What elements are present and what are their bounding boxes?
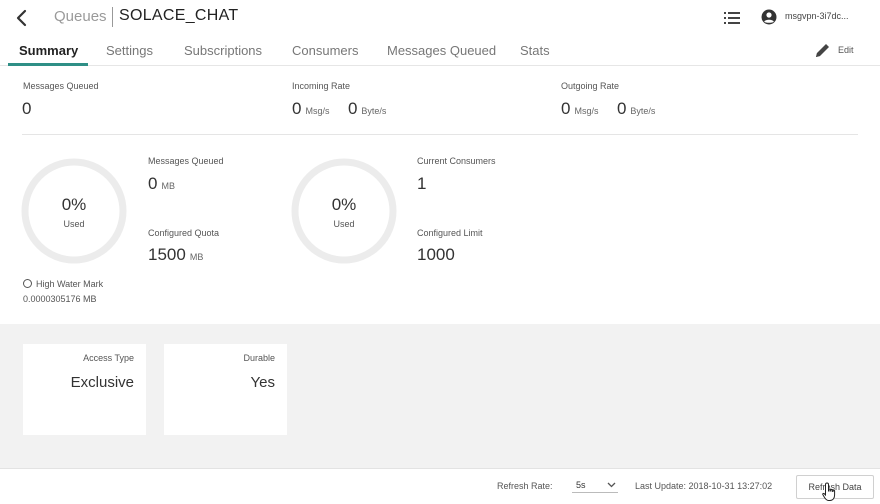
incoming-byte-unit: Byte/s <box>361 106 387 116</box>
tab-consumers[interactable]: Consumers <box>292 43 358 58</box>
active-tab-indicator <box>8 63 88 66</box>
page-header: Queues SOLACE_CHAT msgvpn-3i7dc... <box>0 0 880 36</box>
tab-subscriptions[interactable]: Subscriptions <box>184 43 262 58</box>
incoming-rate-values: 0 Msg/s 0 Byte/s <box>292 99 386 119</box>
page-title: SOLACE_CHAT <box>119 7 239 24</box>
refresh-rate-value: 5s <box>576 480 586 490</box>
current-consumers-label: Current Consumers <box>417 156 496 166</box>
last-update-text: Last Update: 2018-10-31 13:27:02 <box>635 481 773 491</box>
incoming-msg-unit: Msg/s <box>305 106 330 116</box>
breadcrumb-queues[interactable]: Queues <box>54 8 107 25</box>
configured-limit-label: Configured Limit <box>417 228 483 238</box>
refresh-rate-label: Refresh Rate: <box>497 481 553 491</box>
messages-queued-value: 0 <box>22 99 32 118</box>
back-button[interactable] <box>12 8 32 28</box>
messages-queued-label: Messages Queued <box>23 81 99 91</box>
outgoing-rate-label: Outgoing Rate <box>561 81 620 91</box>
access-type-label: Access Type <box>83 353 134 363</box>
list-icon <box>724 12 740 24</box>
tab-stats[interactable]: Stats <box>520 43 550 58</box>
footer-bar: Refresh Rate: 5s Last Update: 2018-10-31… <box>0 468 880 504</box>
breadcrumb-divider <box>112 7 113 27</box>
incoming-byte-rate: 0 <box>347 99 358 118</box>
storage-usage-gauge: 0% Used <box>20 157 128 265</box>
consumer-usage-gauge: 0% Used <box>290 157 398 265</box>
storage-gauge-used-label: Used <box>63 219 85 229</box>
outgoing-msg-rate: 0 <box>561 99 571 118</box>
consumer-gauge-used-label: Used <box>333 219 355 229</box>
storage-messages-queued-label: Messages Queued <box>148 156 224 166</box>
tab-summary[interactable]: Summary <box>19 43 78 58</box>
configured-quota-value: 1500 MB <box>148 245 204 264</box>
tab-bar: Summary Settings Subscriptions Consumers… <box>0 36 880 66</box>
durable-card: Durable Yes <box>164 344 287 435</box>
durable-value: Yes <box>250 374 275 391</box>
chevron-left-icon <box>16 9 27 27</box>
outgoing-msg-unit: Msg/s <box>574 106 599 116</box>
configured-quota-label: Configured Quota <box>148 228 220 238</box>
high-water-mark-value: 0.0000305176 MB <box>23 294 97 304</box>
storage-messages-queued-value: 0 MB <box>148 174 175 193</box>
account-button[interactable] <box>761 9 777 25</box>
high-water-mark-label: High Water Mark <box>36 279 104 289</box>
chevron-down-icon <box>607 482 616 488</box>
tab-messages-queued[interactable]: Messages Queued <box>387 43 496 58</box>
queue-summary-page: Queues SOLACE_CHAT msgvpn-3i7dc... Summa… <box>0 0 880 504</box>
vpn-name[interactable]: msgvpn-3i7dc... <box>785 11 849 21</box>
storage-gauge-percent: 0% <box>61 195 87 214</box>
tab-settings[interactable]: Settings <box>106 43 153 58</box>
user-circle-icon <box>761 9 777 25</box>
access-type-value: Exclusive <box>70 374 134 391</box>
properties-section: Access Type Exclusive Durable Yes <box>0 324 880 468</box>
incoming-rate-label: Incoming Rate <box>292 81 351 91</box>
access-type-card: Access Type Exclusive <box>23 344 146 435</box>
high-water-mark-icon <box>23 279 32 288</box>
current-consumers-value: 1 <box>417 174 427 193</box>
pencil-icon <box>816 44 829 57</box>
outgoing-byte-rate: 0 <box>616 99 627 118</box>
consumer-gauge-percent: 0% <box>331 195 357 214</box>
section-divider <box>22 134 858 135</box>
list-menu-button[interactable] <box>724 11 740 25</box>
refresh-rate-select[interactable]: 5s <box>572 479 618 493</box>
configured-limit-value: 1000 <box>417 245 455 264</box>
edit-label: Edit <box>838 45 854 55</box>
outgoing-byte-unit: Byte/s <box>630 106 656 116</box>
incoming-msg-rate: 0 <box>292 99 302 118</box>
outgoing-rate-values: 0 Msg/s 0 Byte/s <box>561 99 655 119</box>
mouse-pointer-icon <box>822 482 836 501</box>
durable-label: Durable <box>243 353 275 363</box>
